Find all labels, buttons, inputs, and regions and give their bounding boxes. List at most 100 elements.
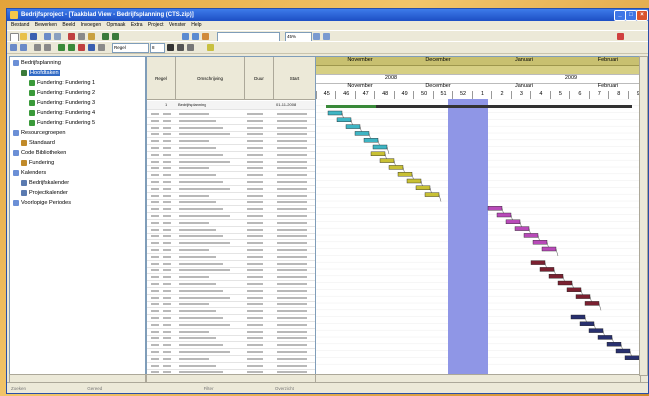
cut-icon[interactable] — [68, 33, 75, 40]
gantt-task-bar — [424, 192, 440, 197]
tree-item[interactable]: Resourcegroepen — [13, 129, 65, 138]
outdent-icon[interactable] — [20, 44, 27, 51]
cell-text — [277, 242, 307, 245]
copy-icon[interactable] — [78, 33, 85, 40]
tree-item-label: Fundering: Fundering 3 — [37, 100, 96, 106]
hide-subtasks-icon[interactable] — [44, 44, 51, 51]
status-filter[interactable]: Filter — [204, 386, 214, 391]
undo-icon[interactable] — [102, 33, 109, 40]
cell-text — [179, 140, 209, 143]
gantt-vscroll[interactable] — [639, 56, 648, 376]
cell-text — [179, 269, 230, 272]
gantt-task-bar — [415, 185, 431, 191]
tree-item-label: Fundering: Fundering 5 — [37, 120, 96, 126]
gantt-week-label: 4 — [530, 91, 551, 99]
menu-extra[interactable]: Extra — [131, 22, 143, 28]
zoom-out-icon[interactable] — [323, 33, 330, 40]
gantt-week-label: 8 — [608, 91, 629, 99]
menu-beeld[interactable]: Beeld — [62, 22, 75, 28]
gantt-week-label: 3 — [510, 91, 532, 99]
close-button[interactable]: × — [636, 10, 648, 21]
tree-item[interactable]: Kalenders — [13, 169, 46, 178]
group-icon[interactable] — [68, 44, 75, 51]
tree-item[interactable]: Bedrijfskalender — [21, 179, 69, 188]
tree-item[interactable]: Fundering: Fundering 2 — [29, 89, 95, 98]
folder-icon — [13, 149, 19, 156]
tree-item[interactable]: Fundering: Fundering 1 — [29, 79, 95, 88]
preview-icon[interactable] — [54, 33, 61, 40]
tree-item-label: Resourcegroepen — [21, 130, 66, 136]
font-size-combo[interactable]: 8 — [150, 43, 165, 53]
menu-opmaak[interactable]: Opmaak — [107, 22, 126, 28]
settings-icon[interactable] — [98, 44, 105, 51]
gantt-task-bar — [523, 233, 539, 238]
indent-icon[interactable] — [10, 44, 17, 51]
gantt-week-label: 2 — [491, 91, 512, 99]
cell-text — [277, 323, 307, 326]
tree-item[interactable]: Hoofdtaken — [21, 69, 60, 78]
paste-icon[interactable] — [88, 33, 95, 40]
menu-help[interactable]: Help — [191, 22, 201, 28]
gantt-week-label: 45 — [316, 91, 337, 99]
summary-row[interactable]: 1 Bedrijfsplanning 01-11-2008 — [147, 101, 315, 110]
cell-text — [179, 303, 209, 306]
tree-item[interactable]: Standaard — [21, 139, 55, 148]
stop-icon[interactable] — [78, 44, 85, 51]
col-header-regel[interactable]: Regel — [147, 57, 176, 100]
summary-row-number: 1 — [165, 102, 168, 107]
link-icon[interactable] — [182, 33, 189, 40]
zoom-in-icon[interactable] — [313, 33, 320, 40]
cell-text — [277, 160, 307, 163]
gantt-week-label: 50 — [413, 91, 434, 99]
split-icon[interactable] — [202, 33, 209, 40]
filter-icon[interactable] — [58, 44, 65, 51]
cell-text — [247, 255, 263, 258]
print-icon[interactable] — [44, 33, 51, 40]
open-icon[interactable] — [20, 33, 27, 40]
tree-item[interactable]: Fundering: Fundering 4 — [29, 109, 95, 118]
menu-project[interactable]: Project — [148, 22, 164, 28]
cell-text — [247, 160, 263, 163]
calendar-tool-icon[interactable] — [88, 44, 95, 51]
col-header-start[interactable]: Start — [274, 57, 315, 100]
underline-icon[interactable] — [187, 44, 194, 51]
redo-icon[interactable] — [112, 33, 119, 40]
italic-icon[interactable] — [177, 44, 184, 51]
gantt-task-bar — [388, 165, 404, 170]
cell-text — [151, 194, 159, 197]
save-icon[interactable] — [30, 33, 37, 40]
tree-item[interactable]: Code Bibliotheken — [13, 149, 66, 158]
tree-item[interactable]: Fundering: Fundering 3 — [29, 99, 95, 108]
tree-item[interactable]: Bedrijfsplanning — [13, 59, 61, 68]
cell-text — [247, 215, 263, 217]
gantt-task-bar — [496, 212, 512, 218]
task-grid: Regel Omschrijving Duur Start 1 Bedrijfs… — [146, 56, 316, 376]
tree-item[interactable]: Projectkalender — [21, 189, 68, 198]
status-overzicht[interactable]: Overzicht — [275, 386, 294, 391]
highlight-icon[interactable] — [207, 44, 214, 51]
font-combo[interactable]: Regel — [112, 43, 149, 53]
menu-bewerken[interactable]: Bewerken — [35, 22, 57, 28]
col-header-omschrijving[interactable]: Omschrijving — [176, 57, 245, 100]
menu-venster[interactable]: Venster — [169, 22, 186, 28]
menu-invoegen[interactable]: Invoegen — [81, 22, 102, 28]
tree-item-label: Fundering: Fundering 2 — [37, 90, 96, 96]
cell-text — [163, 310, 171, 313]
unlink-icon[interactable] — [192, 33, 199, 40]
cell-text — [247, 296, 263, 299]
menu-bestand[interactable]: Bestand — [11, 22, 29, 28]
app-window: Bedrijfsproject - [Taakblad View - Bedri… — [6, 8, 649, 394]
gantt-day-band — [316, 65, 647, 74]
tree-item[interactable]: Fundering: Fundering 5 — [29, 119, 95, 128]
cell-text — [179, 167, 209, 170]
tree-item-label: Kalenders — [21, 170, 47, 176]
cell-text — [179, 296, 230, 299]
show-subtasks-icon[interactable] — [34, 44, 41, 51]
bold-icon[interactable] — [167, 44, 174, 51]
gantt-month-top-dec: December — [425, 57, 451, 63]
col-header-duur[interactable]: Duur — [245, 57, 274, 100]
status-zoeken[interactable]: Zoeken — [11, 386, 26, 391]
tree-item[interactable]: Voorlopige Periodes — [13, 199, 71, 208]
help-icon[interactable] — [617, 33, 624, 40]
tree-item[interactable]: Fundering — [21, 159, 54, 168]
